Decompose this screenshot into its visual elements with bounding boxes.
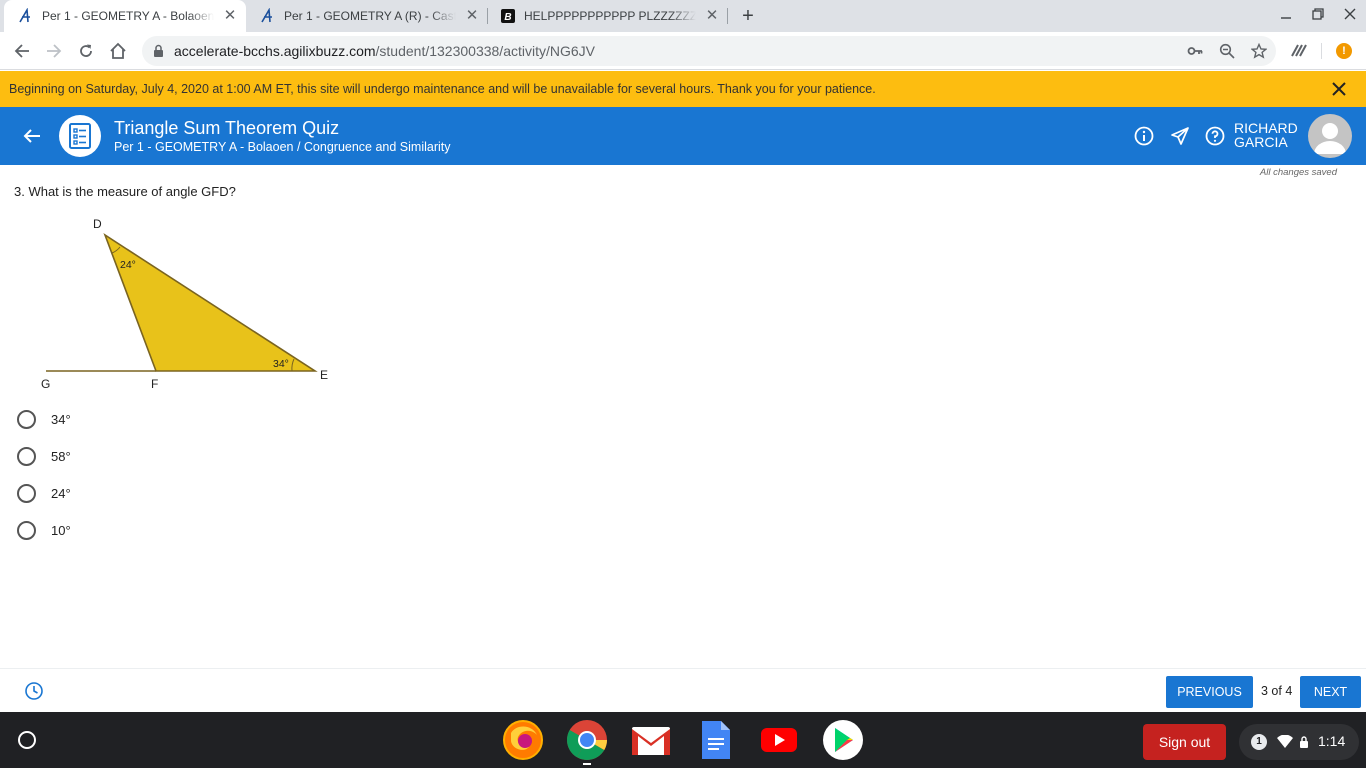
question-text: 3. What is the measure of angle GFD? [14,184,236,199]
banner-close-icon[interactable] [1329,79,1349,99]
tab-title: Per 1 - GEOMETRY A (R) - Castillo [284,9,456,23]
play-store-icon[interactable] [822,719,864,761]
browser-toolbar: accelerate-bcchs.agilixbuzz.com/student/… [0,32,1366,70]
answer-choice-b[interactable]: 58° [17,446,71,466]
back-arrow-icon[interactable] [22,126,42,146]
course-breadcrumb[interactable]: Per 1 - GEOMETRY A - Bolaoen / Congruenc… [114,140,451,154]
avatar[interactable] [1308,114,1352,158]
maintenance-banner: Beginning on Saturday, July 4, 2020 at 1… [0,71,1366,107]
label-d: D [93,217,102,231]
url-path: /student/132300338/activity/NG6JV [375,43,595,59]
gmail-icon[interactable] [630,719,672,761]
firefox-icon[interactable] [502,719,544,761]
radio-button[interactable] [17,483,36,503]
tab-brainly-question[interactable]: B HELPPPPPPPPPPP PLZZZZZZZ ✕ [486,0,728,32]
sign-out-button[interactable]: Sign out [1143,724,1226,760]
home-icon[interactable] [106,39,130,63]
user-first-name: RICHARD [1234,120,1298,136]
profile-alert-icon[interactable]: ! [1336,43,1352,59]
help-icon[interactable] [1205,126,1225,146]
tab-title: HELPPPPPPPPPPP PLZZZZZZZ [524,9,696,23]
minimize-icon[interactable] [1276,6,1296,26]
launcher-icon[interactable] [18,731,36,749]
send-icon[interactable] [1170,126,1190,146]
answer-choice-a[interactable]: 34° [17,409,71,429]
choice-label: 58° [51,448,71,464]
agilix-favicon-icon [18,8,34,24]
reload-icon[interactable] [74,39,98,63]
quiz-header: Triangle Sum Theorem Quiz Per 1 - GEOMET… [0,107,1366,165]
tab-close-icon[interactable]: ✕ [464,8,480,24]
tab-separator [727,8,728,24]
restore-icon[interactable] [1308,6,1328,26]
banner-message: Beginning on Saturday, July 4, 2020 at 1… [9,82,876,96]
agilix-favicon-icon [260,8,276,24]
zoom-out-icon[interactable] [1219,43,1235,59]
angle-d-value: 24° [120,259,136,271]
triangle-dfe [103,233,318,372]
label-f: F [151,377,158,391]
running-indicator [583,763,591,765]
notification-count-badge[interactable]: 1 [1251,734,1267,750]
bookmark-star-icon[interactable] [1250,42,1268,59]
tab-geometry-castillo[interactable]: Per 1 - GEOMETRY A (R) - Castillo ✕ [246,0,488,32]
close-window-icon[interactable] [1340,6,1360,26]
info-icon[interactable] [1134,126,1154,146]
system-tray[interactable]: 1 1:14 [1239,724,1359,760]
radio-button[interactable] [17,409,36,429]
key-icon[interactable] [1187,43,1203,59]
quiz-footer: PREVIOUS 3 of 4 NEXT [0,668,1366,712]
forward-arrow-icon[interactable] [42,39,66,63]
page-indicator: 3 of 4 [1261,684,1293,698]
lock-icon[interactable] [153,44,164,63]
label-e: E [320,368,328,382]
answer-choice-c[interactable]: 24° [17,483,71,503]
answer-choice-d[interactable]: 10° [17,520,71,540]
triangle-figure: D E F G 24° 34° [30,210,340,395]
toolbar-separator [1321,43,1322,59]
docs-icon[interactable] [694,719,736,761]
radio-button[interactable] [17,446,36,466]
svg-text:B: B [504,12,511,23]
extension-icon[interactable] [1289,41,1309,61]
address-bar[interactable]: accelerate-bcchs.agilixbuzz.com/student/… [142,36,1276,66]
radio-button[interactable] [17,520,36,540]
tab-geometry-bolaoen[interactable]: Per 1 - GEOMETRY A - Bolaoen - Agilix ✕ [4,0,246,32]
youtube-icon[interactable] [758,719,800,761]
user-last-name: GARCIA [1234,134,1288,150]
back-arrow-icon[interactable] [10,39,34,63]
url-host: accelerate-bcchs.agilixbuzz.com [174,43,376,59]
angle-e-value: 34° [273,358,289,370]
next-button[interactable]: NEXT [1300,676,1361,708]
url-text: accelerate-bcchs.agilixbuzz.com/student/… [174,43,595,59]
tab-strip: Per 1 - GEOMETRY A - Bolaoen - Agilix ✕ … [0,0,1366,32]
brainly-favicon-icon: B [500,8,516,24]
battery-lock-icon [1299,735,1309,754]
clock-time: 1:14 [1318,733,1346,749]
tab-close-icon[interactable]: ✕ [704,8,720,24]
tab-close-icon[interactable]: ✕ [222,8,238,24]
choice-label: 10° [51,522,71,538]
timer-clock-icon[interactable] [24,681,44,701]
new-tab-icon[interactable]: + [738,6,758,26]
label-g: G [41,377,50,391]
tab-title: Per 1 - GEOMETRY A - Bolaoen - Agilix [42,9,214,23]
choice-label: 24° [51,485,71,501]
quiz-icon [59,115,101,157]
chrome-icon[interactable] [566,719,608,761]
previous-button[interactable]: PREVIOUS [1166,676,1253,708]
choice-label: 34° [51,411,71,427]
quiz-title: Triangle Sum Theorem Quiz [114,118,340,138]
user-name[interactable]: RICHARD GARCIA [1234,121,1304,149]
wifi-icon [1277,734,1293,754]
save-status: All changes saved [1259,167,1337,178]
